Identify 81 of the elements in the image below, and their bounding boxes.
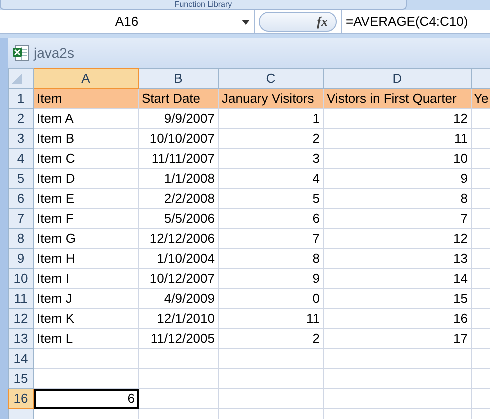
table-cell: 13	[324, 248, 472, 268]
row-header[interactable]: 7	[8, 208, 34, 228]
header-cell: Start Date	[138, 88, 218, 108]
table-cell: Item E	[34, 188, 138, 208]
table-cell: Item C	[34, 148, 138, 168]
table-cell: 1	[218, 108, 324, 128]
table-cell: 11	[324, 128, 472, 148]
table-cell: 12	[324, 228, 472, 248]
table-cell: 12/1/2010	[138, 308, 218, 328]
row-header[interactable]: 1	[8, 88, 34, 108]
table-cell: 9/9/2007	[138, 108, 218, 128]
row-header[interactable]: 4	[8, 148, 34, 168]
row-header[interactable]: 16	[8, 388, 34, 408]
select-all-icon[interactable]	[12, 74, 22, 84]
table-cell: Item D	[34, 168, 138, 188]
table-cell: 5/5/2006	[138, 208, 218, 228]
row-header[interactable]: 2	[8, 108, 34, 128]
table-cell: 15	[324, 288, 472, 308]
table-cell: 10/10/2007	[138, 128, 218, 148]
table-cell: 3	[218, 148, 324, 168]
row-header[interactable]: 13	[8, 328, 34, 348]
table-cell: Item K	[34, 308, 138, 328]
table-cell: 6	[218, 208, 324, 228]
formula-field[interactable]: =AVERAGE(C4:C10)	[341, 10, 490, 33]
table-cell: Item A	[34, 108, 138, 128]
table-cell: 0	[218, 288, 324, 308]
spreadsheet-icon	[12, 44, 30, 62]
column-header[interactable]: A	[34, 68, 138, 88]
header-cell: January Visitors	[218, 88, 324, 108]
table-cell: 8	[324, 188, 472, 208]
table-cell: 14	[324, 268, 472, 288]
dropdown-caret-icon	[242, 20, 250, 24]
table-cell: 8	[218, 248, 324, 268]
table-cell: 11	[218, 308, 324, 328]
workbook-title: java2s	[34, 44, 74, 63]
column-header[interactable]: C	[218, 68, 324, 88]
row-header[interactable]: 11	[8, 288, 34, 308]
table-cell: 6	[34, 388, 138, 408]
table-cell: 17	[324, 328, 472, 348]
column-header[interactable]: D	[324, 68, 472, 88]
table-cell: 7	[324, 208, 472, 228]
table-cell: 12	[324, 108, 472, 128]
column-header[interactable]: B	[138, 68, 218, 88]
table-cell: Item G	[34, 228, 138, 248]
insert-function-button[interactable]: fx	[259, 12, 337, 32]
table-cell: 11/11/2007	[138, 148, 218, 168]
row-header[interactable]: 10	[8, 268, 34, 288]
header-cell: Ye	[472, 88, 490, 108]
row-header[interactable]: 14	[8, 348, 34, 368]
table-cell: Item L	[34, 328, 138, 348]
table-cell: Item F	[34, 208, 138, 228]
table-cell: 7	[218, 228, 324, 248]
table-cell: Item B	[34, 128, 138, 148]
table-cell: 10	[324, 148, 472, 168]
table-cell: 2	[218, 128, 324, 148]
table-cell: Item I	[34, 268, 138, 288]
table-cell: 2/2/2008	[138, 188, 218, 208]
header-cell: Item	[34, 88, 138, 108]
row-header[interactable]: 8	[8, 228, 34, 248]
table-cell: 12/12/2006	[138, 228, 218, 248]
row-header[interactable]: 12	[8, 308, 34, 328]
table-cell: 4/9/2009	[138, 288, 218, 308]
table-cell: 1/10/2004	[138, 248, 218, 268]
table-cell: 11/12/2005	[138, 328, 218, 348]
header-cell: Vistors in First Quarter	[324, 88, 472, 108]
row-header[interactable]: 15	[8, 368, 34, 388]
table-cell: 9	[218, 268, 324, 288]
table-cell: Item J	[34, 288, 138, 308]
row-header[interactable]: 3	[8, 128, 34, 148]
row-header[interactable]: 6	[8, 188, 34, 208]
table-cell: 16	[324, 308, 472, 328]
table-cell: 2	[218, 328, 324, 348]
row-header[interactable]: 9	[8, 248, 34, 268]
table-cell: 9	[324, 168, 472, 188]
row-header[interactable]: 5	[8, 168, 34, 188]
ribbon-group-label: Function Library	[0, 0, 407, 10]
table-cell: 10/12/2007	[138, 268, 218, 288]
table-cell: Item H	[34, 248, 138, 268]
table-cell: 1/1/2008	[138, 168, 218, 188]
table-cell: 5	[218, 188, 324, 208]
table-cell: 4	[218, 168, 324, 188]
